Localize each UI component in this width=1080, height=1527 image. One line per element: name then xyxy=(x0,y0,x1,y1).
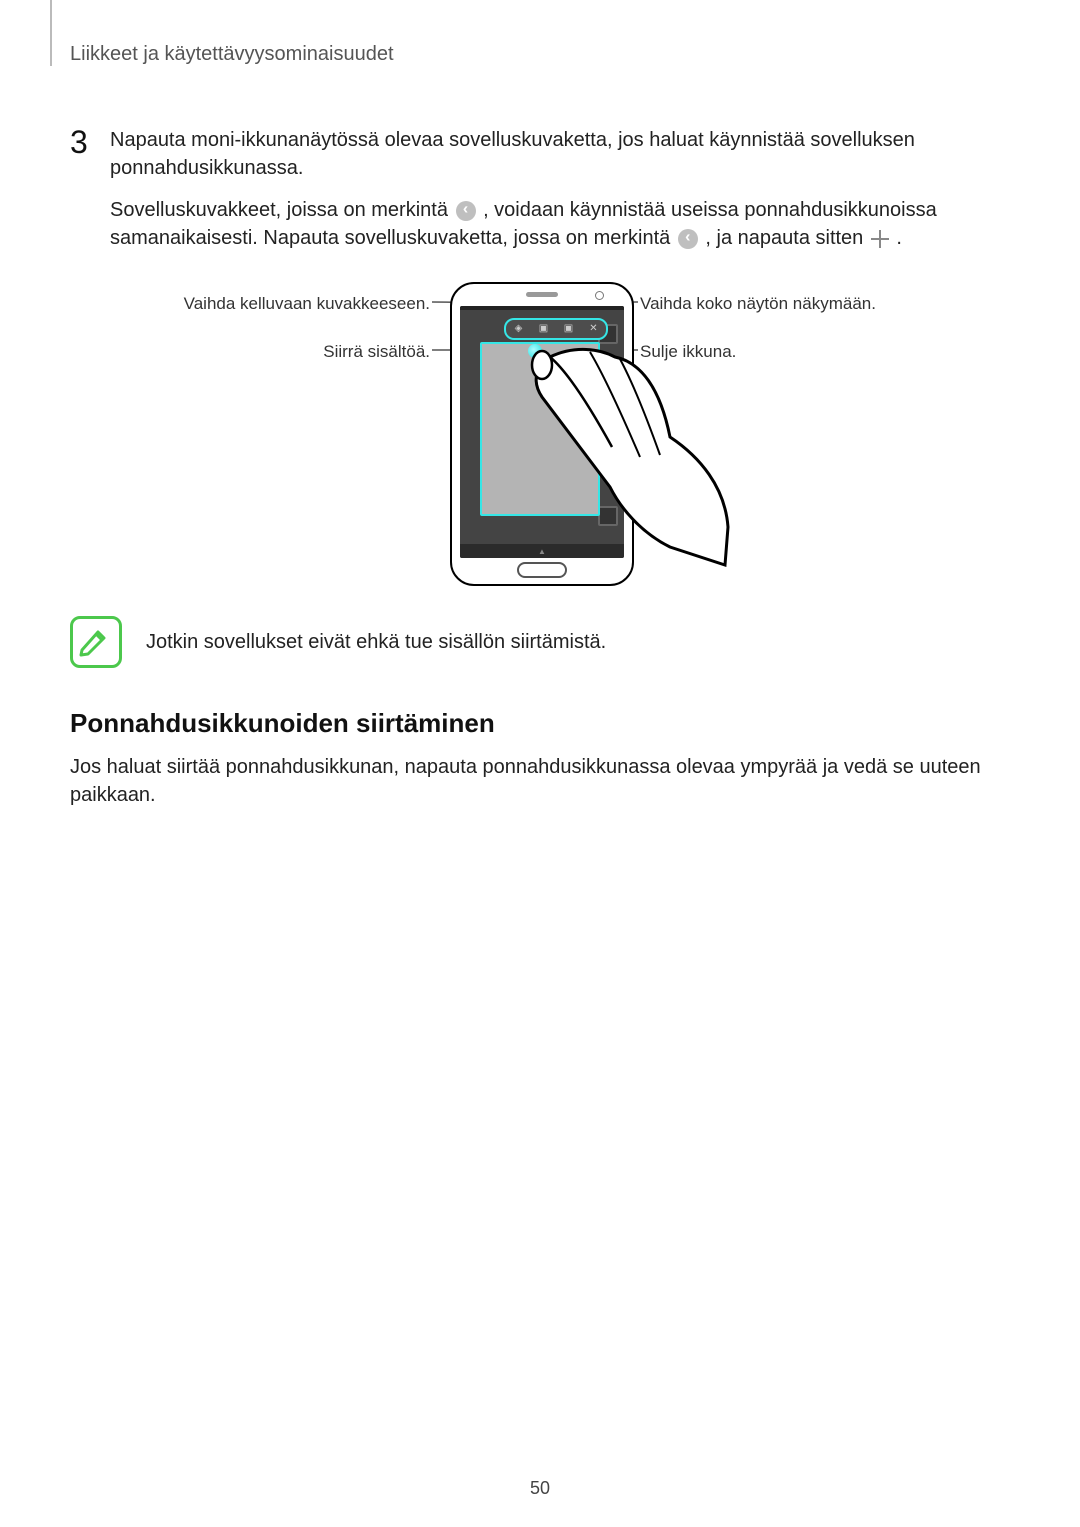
phone-speaker xyxy=(526,292,558,297)
bg-app-tile xyxy=(598,446,618,466)
popup-toolbar: ◈ ▣ ▣ ✕ xyxy=(504,318,608,340)
popup-drag-handle xyxy=(528,344,542,358)
toolbar-float-icon: ◈ xyxy=(514,324,524,334)
subheading-move-popups: Ponnahdusikkunoiden siirtäminen xyxy=(70,708,1010,739)
step-para-1: Napauta moni-ikkunanäytössä olevaa sovel… xyxy=(110,126,1010,182)
multi-popup-icon xyxy=(678,229,698,249)
step-number: 3 xyxy=(70,126,110,158)
note-text: Jotkin sovellukset eivät ehkä tue sisäll… xyxy=(146,631,606,654)
popup-diagram: Vaihda kelluvaan kuvakkeeseen. Siirrä si… xyxy=(70,282,1010,592)
note-icon xyxy=(70,616,122,668)
note-row: Jotkin sovellukset eivät ehkä tue sisäll… xyxy=(70,616,1010,668)
home-button xyxy=(517,562,567,578)
subheading-body: Jos haluat siirtää ponnahdusikkunan, nap… xyxy=(70,753,1010,809)
page-number: 50 xyxy=(0,1478,1080,1499)
toolbar-fullscreen-icon: ▣ xyxy=(564,324,574,334)
multi-popup-icon xyxy=(456,201,476,221)
step-para-2a: Sovelluskuvakkeet, joissa on merkintä xyxy=(110,199,454,221)
toolbar-close-icon: ✕ xyxy=(589,324,599,334)
step-3: 3 Napauta moni-ikkunanäytössä olevaa sov… xyxy=(70,126,1010,266)
status-bar xyxy=(460,306,624,310)
plus-icon xyxy=(871,230,889,248)
step-para-2d: . xyxy=(896,227,902,249)
step-para-2c: , ja napauta sitten xyxy=(705,227,868,249)
step-body: Napauta moni-ikkunanäytössä olevaa sovel… xyxy=(110,126,1010,266)
chapter-title: Liikkeet ja käytettävyysominaisuudet xyxy=(70,43,1010,66)
header-rule xyxy=(50,0,52,66)
popup-window xyxy=(480,342,600,516)
step-para-2: Sovelluskuvakkeet, joissa on merkintä , … xyxy=(110,196,1010,252)
phone-outline: ◈ ▣ ▣ ✕ xyxy=(450,282,634,586)
nav-bar xyxy=(460,544,624,558)
bg-app-tile xyxy=(598,506,618,526)
phone-camera xyxy=(595,291,604,300)
toolbar-move-icon: ▣ xyxy=(539,324,549,334)
phone-screen: ◈ ▣ ▣ ✕ xyxy=(460,306,624,558)
